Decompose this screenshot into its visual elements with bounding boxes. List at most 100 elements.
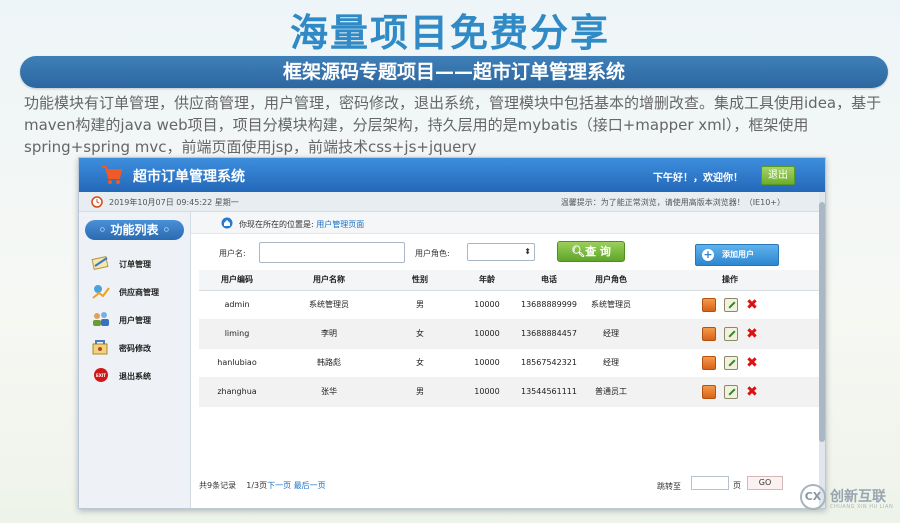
cell-user-code: hanlubiao xyxy=(199,348,275,378)
page-indicator: 1/3页 xyxy=(246,481,268,490)
cell-user-name: 李明 xyxy=(275,319,383,349)
cell-actions: ✖ xyxy=(641,377,819,407)
delete-icon[interactable]: ✖ xyxy=(746,298,758,312)
breadcrumb-prefix: 你现在所在的位置是: xyxy=(239,220,317,229)
cell-gender: 男 xyxy=(383,290,457,320)
brand-watermark: CX 创新互联 CHUANG XIN HU LIAN xyxy=(800,480,900,520)
cell-user-name: 系统管理员 xyxy=(275,290,383,320)
col-header: 用户角色 xyxy=(581,270,641,291)
jump-label: 跳转至 xyxy=(657,482,681,491)
supplier-icon xyxy=(92,285,110,299)
table-row: liming 李明 女 10000 13688884457 经理 ✖ xyxy=(199,319,819,349)
cell-role: 经理 xyxy=(581,348,641,378)
users-icon xyxy=(93,312,109,326)
sidebar-item-label: 用户管理 xyxy=(119,316,151,325)
cell-gender: 男 xyxy=(383,377,457,407)
page-unit-label: 页 xyxy=(733,481,741,490)
sidebar-item-password[interactable]: 密码修改 xyxy=(79,334,190,362)
add-user-label: 添加用户 xyxy=(722,250,754,259)
cell-actions: ✖ xyxy=(641,348,819,378)
home-icon xyxy=(221,217,233,229)
sidebar-item-label: 订单管理 xyxy=(119,260,151,269)
cell-age: 10000 xyxy=(457,377,517,407)
add-user-button[interactable]: + 添加用户 xyxy=(695,244,779,266)
table-row: admin 系统管理员 男 10000 13688889999 系统管理员 ✖ xyxy=(199,290,819,320)
brand-subtitle: CHUANG XIN HU LIAN xyxy=(830,504,894,510)
cell-user-code: admin xyxy=(199,290,275,320)
view-icon[interactable] xyxy=(702,355,717,370)
sidebar-item-exit[interactable]: EXIT 退出系统 xyxy=(79,362,190,390)
sidebar-item-users[interactable]: 用户管理 xyxy=(79,306,190,334)
cell-user-code: liming xyxy=(199,319,275,349)
cell-phone: 13688889999 xyxy=(517,290,581,320)
page-number-input[interactable] xyxy=(691,476,729,490)
cell-role: 系统管理员 xyxy=(581,290,641,320)
password-icon xyxy=(92,340,108,355)
delete-icon[interactable]: ✖ xyxy=(746,327,758,341)
cell-age: 10000 xyxy=(457,319,517,349)
sidebar-item-orders[interactable]: 订单管理 xyxy=(79,250,190,278)
cell-age: 10000 xyxy=(457,348,517,378)
view-icon[interactable] xyxy=(702,384,717,399)
breadcrumb-text: 你现在所在的位置是: 用户管理页面 xyxy=(239,219,364,230)
col-header: 用户名称 xyxy=(275,270,383,291)
greeting-text: 下午好！，欢迎你！ xyxy=(653,173,743,184)
sidebar-item-suppliers[interactable]: 供应商管理 xyxy=(79,278,190,306)
table-header-row: 用户编码 用户名称 性别 年龄 电话 用户角色 操作 xyxy=(199,270,819,291)
svg-text:EXIT: EXIT xyxy=(96,373,106,378)
sidebar-item-label: 退出系统 xyxy=(119,372,151,381)
plus-icon: + xyxy=(702,248,714,261)
cell-gender: 女 xyxy=(383,319,457,349)
role-label: 用户角色: xyxy=(415,249,450,258)
next-page-link[interactable]: 下一页 xyxy=(267,481,291,490)
col-header: 用户编码 xyxy=(199,270,275,291)
cell-user-code: zhanghua xyxy=(199,377,275,407)
brand-name: 创新互联 xyxy=(830,489,886,505)
cell-user-name: 张华 xyxy=(275,377,383,407)
edit-icon[interactable] xyxy=(724,355,739,370)
scroll-thumb[interactable] xyxy=(819,202,825,442)
cell-actions: ✖ xyxy=(641,290,819,320)
query-label: 查 询 xyxy=(585,245,611,258)
slide-description: 功能模块有订单管理，供应商管理，用户管理，密码修改，退出系统，管理模块中包括基本… xyxy=(24,94,882,156)
table-row: zhanghua 张华 男 10000 13544561111 普通员工 ✖ xyxy=(199,377,819,407)
search-bar: 用户名: 用户角色: ⬍ 🔍︎查 询 + 添加用户 xyxy=(191,234,825,268)
cell-role: 经理 xyxy=(581,319,641,349)
logout-button[interactable]: 退出 xyxy=(761,166,795,185)
query-button[interactable]: 🔍︎查 询 xyxy=(557,241,625,262)
table-row: hanlubiao 韩路彪 女 10000 18567542321 经理 ✖ xyxy=(199,348,819,378)
user-table: 用户编码 用户名称 性别 年龄 电话 用户角色 操作 admin 系统管理员 男… xyxy=(199,270,819,407)
breadcrumb: 你现在所在的位置是: 用户管理页面 xyxy=(191,212,825,234)
current-datetime: 2019年10月07日 09:45:22 星期一 xyxy=(109,198,239,207)
cell-phone: 13688884457 xyxy=(517,319,581,349)
view-icon[interactable] xyxy=(702,297,717,312)
view-icon[interactable] xyxy=(702,326,717,341)
username-input[interactable] xyxy=(259,242,405,263)
col-header: 性别 xyxy=(383,270,457,291)
cell-age: 10000 xyxy=(457,290,517,320)
app-title: 超市订单管理系统 xyxy=(133,169,245,185)
username-label: 用户名: xyxy=(219,249,246,258)
col-header: 电话 xyxy=(517,270,581,291)
brand-logo-icon: CX xyxy=(800,484,826,510)
role-select[interactable]: ⬍ xyxy=(467,243,535,261)
exit-icon: EXIT xyxy=(94,368,108,382)
sidebar-item-label: 密码修改 xyxy=(119,344,151,353)
cart-icon xyxy=(102,166,123,184)
delete-icon[interactable]: ✖ xyxy=(746,385,758,399)
info-bar: 2019年10月07日 09:45:22 星期一 温馨提示：为了能正常浏览，请使… xyxy=(79,192,825,212)
vertical-scrollbar[interactable] xyxy=(819,192,825,508)
edit-icon[interactable] xyxy=(724,297,739,312)
last-page-link[interactable]: 最后一页 xyxy=(294,481,326,490)
col-header: 年龄 xyxy=(457,270,517,291)
delete-icon[interactable]: ✖ xyxy=(746,356,758,370)
menu-header: ◦ 功能列表 ◦ xyxy=(85,220,184,240)
browser-tip: 温馨提示：为了能正常浏览，请使用高版本浏览器！（IE10+） xyxy=(560,198,785,207)
edit-icon[interactable] xyxy=(724,326,739,341)
cell-phone: 13544561111 xyxy=(517,377,581,407)
edit-icon[interactable] xyxy=(724,384,739,399)
record-count: 共9条记录 xyxy=(199,481,237,490)
main-content: 你现在所在的位置是: 用户管理页面 用户名: 用户角色: ⬍ 🔍︎查 询 + 添… xyxy=(191,212,825,508)
cell-user-name: 韩路彪 xyxy=(275,348,383,378)
go-button[interactable]: GO xyxy=(747,476,783,490)
